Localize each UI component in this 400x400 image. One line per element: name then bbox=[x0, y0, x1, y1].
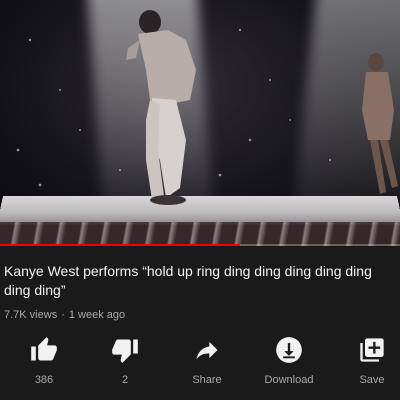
meta-separator: · bbox=[61, 309, 65, 321]
share-arrow-icon bbox=[196, 341, 218, 360]
video-metadata: 7.7K views · 1 week ago bbox=[4, 309, 125, 321]
thumbs-down-icon bbox=[112, 339, 138, 363]
download-icon bbox=[276, 337, 302, 363]
save-button[interactable]: Save bbox=[337, 336, 400, 392]
view-count: 7.7K views bbox=[4, 309, 58, 321]
video-player[interactable] bbox=[0, 0, 400, 246]
share-button[interactable]: Share bbox=[172, 336, 242, 392]
dislike-count: 2 bbox=[121, 374, 129, 386]
video-title: Kanye West performs “hold up ring ding d… bbox=[4, 263, 372, 298]
thumbs-up-icon bbox=[31, 337, 57, 361]
performer-figure bbox=[126, 10, 398, 205]
action-bar: 386 2 Share Download Save bbox=[0, 336, 400, 392]
dislike-button[interactable]: 2 bbox=[90, 336, 160, 392]
share-label: Share bbox=[192, 374, 222, 386]
video-progress-fill bbox=[0, 244, 240, 246]
like-button[interactable]: 386 bbox=[9, 336, 79, 392]
upload-age: 1 week ago bbox=[68, 309, 126, 321]
save-label: Save bbox=[359, 374, 385, 386]
download-button[interactable]: Download bbox=[254, 336, 324, 392]
add-to-playlist-icon bbox=[360, 338, 384, 362]
like-count: 386 bbox=[34, 374, 54, 386]
video-progress-bar[interactable] bbox=[0, 244, 400, 246]
download-label: Download bbox=[264, 374, 314, 386]
